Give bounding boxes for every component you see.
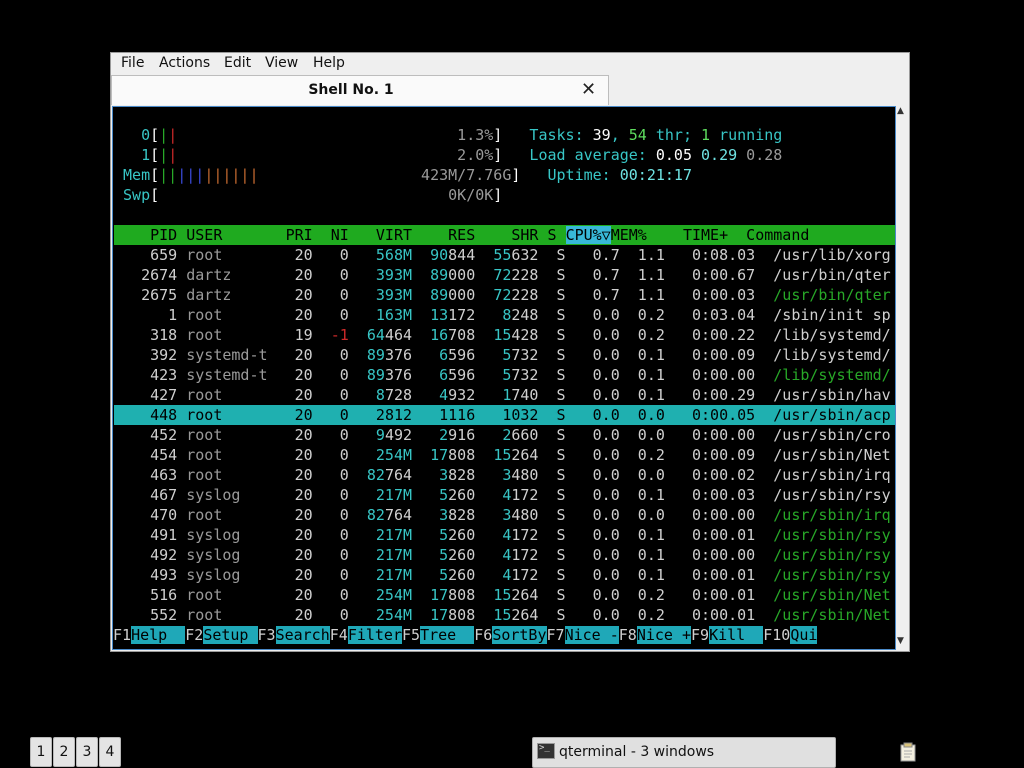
fkey-f9: F9 xyxy=(691,626,710,644)
col-mem: MEM% xyxy=(610,226,647,244)
process-row: 427 root 20 0 8728 4932 1740 S 0.0 0.1 0… xyxy=(114,386,891,404)
menu-view[interactable]: View xyxy=(265,55,298,71)
swap-meter: Swp[ 0K/0K] xyxy=(114,186,503,204)
cpu0-percent: 1.3% xyxy=(177,126,494,144)
fkey-f5: F5 xyxy=(402,626,421,644)
running-count: 1 xyxy=(701,126,711,144)
fkey-f10: F10 xyxy=(763,626,791,644)
fkey-f5-action[interactable]: Tree xyxy=(420,626,475,644)
col-ni: NI xyxy=(312,226,349,244)
process-row-selected[interactable]: 448 root 20 0 2812 1116 1032 S 0.0 0.0 0… xyxy=(114,405,895,425)
fkey-f2: F2 xyxy=(185,626,204,644)
terminal-icon xyxy=(537,743,555,759)
uptime-label: Uptime: xyxy=(520,166,620,184)
process-table-header: PID USER PRI NI VIRT RES SHR S CPU%▽MEM%… xyxy=(114,225,895,245)
fkey-f4-action[interactable]: Filter xyxy=(347,626,402,644)
process-row: 516 root 20 0 254M 17808 15264 S 0.0 0.2… xyxy=(114,586,891,604)
load-5: 0.29 xyxy=(701,146,738,164)
col-res: RES xyxy=(412,226,476,244)
process-row: 2675 dartz 20 0 393M 89000 72228 S 0.7 1… xyxy=(114,286,891,304)
fkey-f1: F1 xyxy=(113,626,132,644)
menu-bar: File Actions Edit View Help xyxy=(111,53,909,75)
fkey-f4: F4 xyxy=(329,626,348,644)
tab-bar: Shell No. 1 ✕ xyxy=(111,75,909,105)
fkey-f6: F6 xyxy=(474,626,493,644)
fkey-f6-action[interactable]: SortBy xyxy=(492,626,547,644)
process-row: 492 syslog 20 0 217M 5260 4172 S 0.0 0.1… xyxy=(114,546,891,564)
fkey-f3: F3 xyxy=(257,626,276,644)
terminal-view[interactable]: 0[|| 1.3%] Tasks: 39, 54 thr; 1 running … xyxy=(112,106,896,650)
workspace-4[interactable]: 4 xyxy=(99,737,121,767)
qterminal-window: File Actions Edit View Help Shell No. 1 … xyxy=(110,52,910,652)
process-row: 1 root 20 0 163M 13172 8248 S 0.0 0.2 0:… xyxy=(114,306,891,324)
fkey-f8: F8 xyxy=(618,626,637,644)
workspace-1[interactable]: 1 xyxy=(30,737,52,767)
fkey-f7: F7 xyxy=(546,626,565,644)
menu-actions[interactable]: Actions xyxy=(159,55,210,71)
fkey-f3-action[interactable]: Search xyxy=(275,626,330,644)
swap-value: 0K/0K xyxy=(159,186,494,204)
col-pid: PID xyxy=(114,226,187,244)
workspace-3[interactable]: 3 xyxy=(76,737,98,767)
col-time: TIME+ xyxy=(646,226,729,244)
fkey-f1-action[interactable]: Help xyxy=(131,626,186,644)
process-row: 392 systemd-t 20 0 89376 6596 5732 S 0.0… xyxy=(114,346,891,364)
process-row: 423 systemd-t 20 0 89376 6596 5732 S 0.0… xyxy=(114,366,891,384)
tab-title: Shell No. 1 xyxy=(308,82,394,98)
process-row: 463 root 20 0 82764 3828 3480 S 0.0 0.0 … xyxy=(114,466,891,484)
process-row: 659 root 20 0 568M 90844 55632 S 0.7 1.1… xyxy=(114,246,891,264)
col-pri: PRI xyxy=(267,226,313,244)
load-15: 0.28 xyxy=(746,146,783,164)
uptime-value: 00:21:17 xyxy=(619,166,692,184)
workspace-2[interactable]: 2 xyxy=(53,737,75,767)
load-label: Load average: xyxy=(502,146,656,164)
menu-edit[interactable]: Edit xyxy=(224,55,251,71)
tasks-count: 39 xyxy=(592,126,611,144)
process-row: 454 root 20 0 254M 17808 15264 S 0.0 0.2… xyxy=(114,446,891,464)
menu-file[interactable]: File xyxy=(121,55,144,71)
col-cpu-sorted: CPU%▽ xyxy=(565,226,611,244)
swap-label: Swp xyxy=(114,186,151,204)
mem-meter: Mem[||||||||||| 423M/7.76G] Uptime: 00:2… xyxy=(114,166,692,184)
scroll-up-icon[interactable]: ▲ xyxy=(897,106,904,116)
taskbar-label: qterminal - 3 windows xyxy=(559,744,715,760)
col-command: Command xyxy=(746,226,810,244)
process-row: 552 root 20 0 254M 17808 15264 S 0.0 0.2… xyxy=(114,606,891,624)
col-shr: SHR xyxy=(475,226,539,244)
process-row: 2674 dartz 20 0 393M 89000 72228 S 0.7 1… xyxy=(114,266,891,284)
process-row: 467 syslog 20 0 217M 5260 4172 S 0.0 0.1… xyxy=(114,486,891,504)
menu-help[interactable]: Help xyxy=(313,55,345,71)
scroll-down-icon[interactable]: ▼ xyxy=(897,636,904,646)
tasks-label: Tasks: xyxy=(502,126,593,144)
fkey-f10-action[interactable]: Qui xyxy=(790,626,818,644)
cpu1-percent: 2.0% xyxy=(177,146,494,164)
process-row: 493 syslog 20 0 217M 5260 4172 S 0.0 0.1… xyxy=(114,566,891,584)
close-icon[interactable]: ✕ xyxy=(581,79,596,101)
function-key-bar: F1Help F2Setup F3SearchF4FilterF5Tree F6… xyxy=(113,625,818,645)
clipboard-icon[interactable] xyxy=(900,742,918,762)
process-row: 452 root 20 0 9492 2916 2660 S 0.0 0.0 0… xyxy=(114,426,891,444)
col-virt: VIRT xyxy=(348,226,413,244)
taskbar-button-qterminal[interactable]: qterminal - 3 windows xyxy=(532,737,836,768)
cpu1-meter: 1[|| 2.0%] Load average: 0.05 0.29 0.28 xyxy=(114,146,783,164)
cpu0-label: 0 xyxy=(114,126,151,144)
load-1: 0.05 xyxy=(655,146,692,164)
cpu0-meter: 0[|| 1.3%] Tasks: 39, 54 thr; 1 running xyxy=(114,126,783,144)
col-s: S xyxy=(538,226,566,244)
fkey-f8-action[interactable]: Nice + xyxy=(636,626,691,644)
mem-label: Mem xyxy=(114,166,151,184)
fkey-f9-action[interactable]: Kill xyxy=(709,626,764,644)
tab-shell-1[interactable]: Shell No. 1 ✕ xyxy=(111,75,609,105)
scrollbar[interactable]: ▲ ▼ xyxy=(896,106,909,650)
col-user: USER xyxy=(186,226,268,244)
mem-value: 423M/7.76G xyxy=(258,166,512,184)
threads-count: 54 xyxy=(628,126,647,144)
process-row: 318 root 19 -1 64464 16708 15428 S 0.0 0… xyxy=(114,326,891,344)
process-row: 470 root 20 0 82764 3828 3480 S 0.0 0.0 … xyxy=(114,506,891,524)
process-row: 491 syslog 20 0 217M 5260 4172 S 0.0 0.1… xyxy=(114,526,891,544)
cpu1-label: 1 xyxy=(114,146,151,164)
fkey-f7-action[interactable]: Nice - xyxy=(564,626,619,644)
fkey-f2-action[interactable]: Setup xyxy=(203,626,258,644)
